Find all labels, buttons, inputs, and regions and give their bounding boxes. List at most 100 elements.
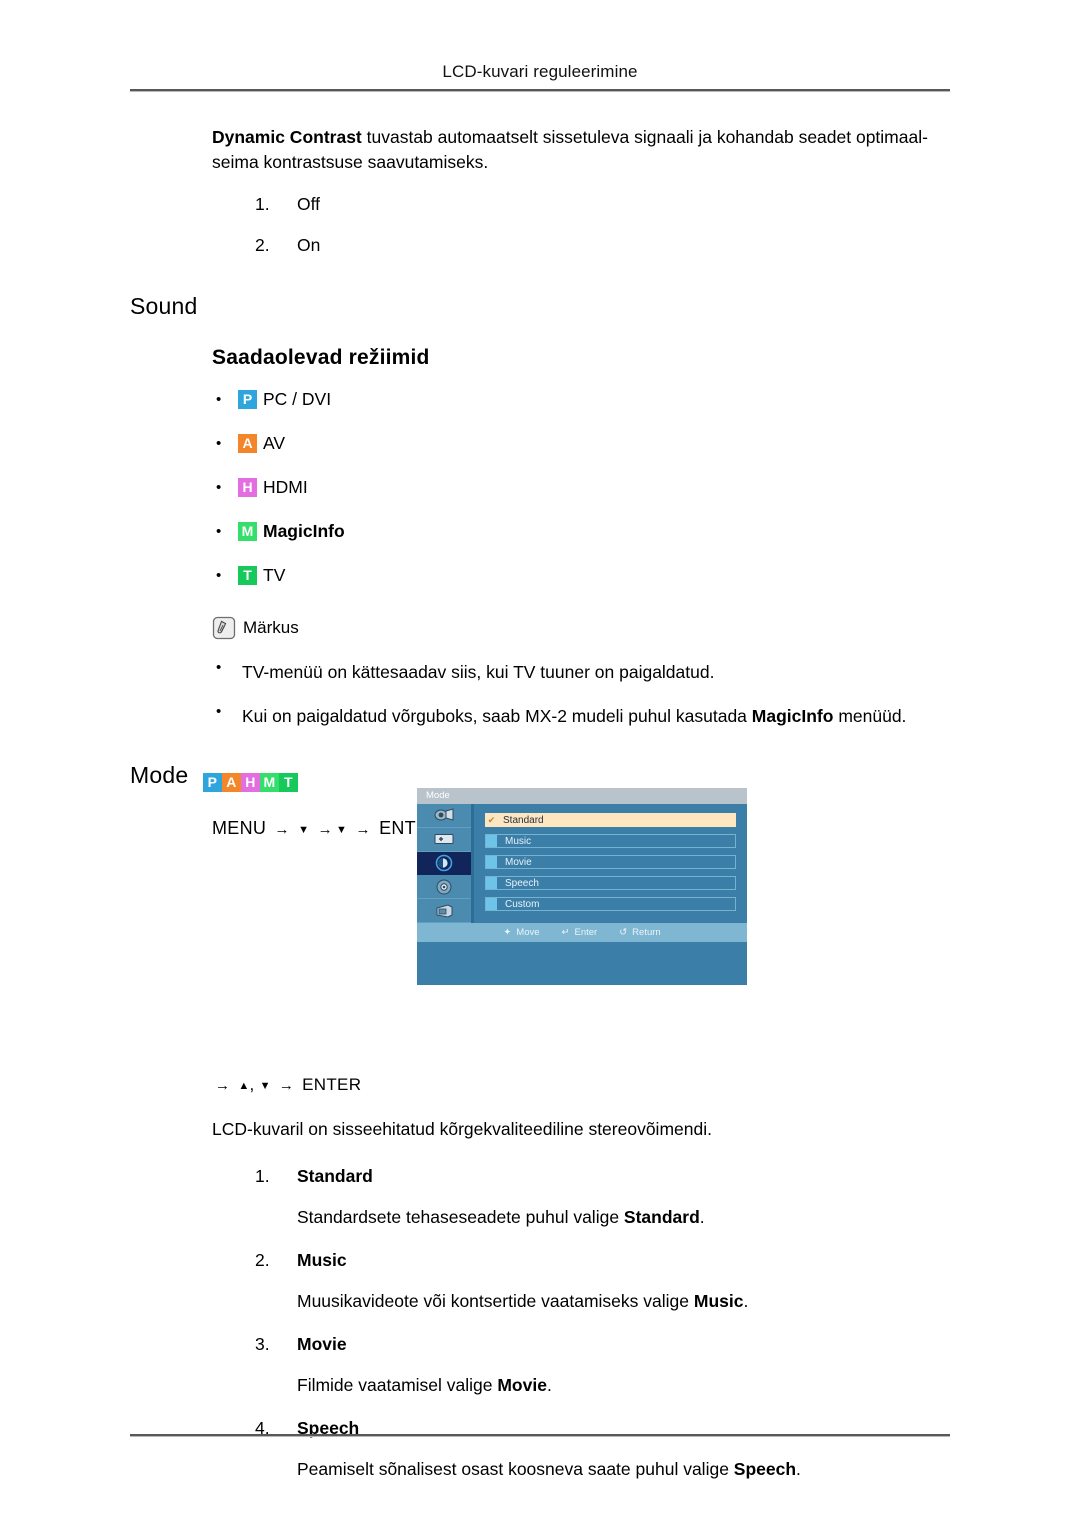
list-description: Standardsete tehaseseadete puhul valige …	[297, 1205, 957, 1230]
osd-option-label: Music	[505, 835, 532, 847]
list-label: On	[297, 235, 321, 255]
osd-option-music[interactable]: Music	[485, 834, 736, 848]
source-badge-magicinfo-icon: M	[238, 521, 257, 541]
list-description-pre: Muusikavideote või kontsertide vaatamise…	[297, 1291, 694, 1311]
source-badge-av-icon: A	[221, 773, 241, 792]
osd-option-swatch	[486, 877, 497, 889]
source-label: TV	[263, 564, 286, 585]
osd-hint-enter: ↵ Enter	[562, 927, 598, 938]
source-badge-magicinfo-icon: M	[259, 773, 279, 792]
osd-sidebar-item-picture[interactable]	[417, 804, 471, 828]
list-item: 2. Music	[255, 1248, 955, 1272]
note-pen-icon	[212, 616, 236, 640]
list-item: • TV-menüü on kättesaadav siis, kui TV t…	[212, 660, 1080, 684]
navpath-menu: MENU	[212, 818, 267, 838]
bullet-dot-icon: •	[216, 390, 222, 408]
list-description-pre: Standardsete tehaseseadete puhul valige	[297, 1207, 624, 1227]
page-running-header: LCD-kuvari reguleerimine	[442, 62, 638, 81]
osd-hint-move: ✦ Move	[503, 927, 539, 938]
source-badge-pc-dvi-icon: P	[202, 773, 222, 792]
down-arrow-icon: ▼	[335, 824, 348, 836]
list-item: • M MagicInfo	[212, 516, 1080, 546]
intro-paragraph: Dynamic Contrast tuvastab automaatselt s…	[212, 125, 954, 175]
list-item: • Kui on paigaldatud võrguboks, saab MX-…	[212, 704, 1080, 728]
source-badge-tv-icon: T	[238, 565, 257, 585]
osd-option-swatch	[486, 856, 497, 868]
return-icon: ↺	[619, 927, 628, 938]
list-item: • T TV	[212, 560, 1080, 590]
available-sources-list: • P PC / DVI • A AV • H HDMI • M MagicIn…	[0, 384, 1080, 590]
osd-sidebar-item-sound[interactable]	[417, 851, 471, 876]
footer-divider	[130, 1434, 950, 1437]
header-divider	[130, 89, 950, 92]
list-item: 2. On	[255, 233, 955, 257]
list-description-pre: Peamiselt sõnalisest osast koosneva saat…	[297, 1459, 734, 1479]
list-item: 1. Standard	[255, 1164, 955, 1188]
move-icon: ✦	[503, 927, 512, 938]
bullet-dot-icon: •	[216, 522, 222, 540]
list-item: • A AV	[212, 428, 1080, 458]
osd-option-movie[interactable]: Movie	[485, 855, 736, 869]
list-number: 2.	[255, 1250, 270, 1270]
note-item-bold: MagicInfo	[751, 706, 834, 726]
subheading-available-modes: Saadaolevad režiimid	[212, 346, 430, 369]
intro-bold-lead: Dynamic Contrast	[212, 127, 362, 147]
osd-option-standard[interactable]: ✔ Standard	[485, 813, 736, 827]
arrow-icon: →	[274, 821, 290, 838]
list-description: Peamiselt sõnalisest osast koosneva saat…	[297, 1457, 957, 1482]
bullet-dot-icon: •	[216, 566, 222, 584]
list-number: 1.	[255, 194, 270, 214]
note-item-text: TV-menüü on kättesaadav siis, kui TV tuu…	[242, 662, 715, 682]
list-description: Muusikavideote või kontsertide vaatamise…	[297, 1289, 957, 1314]
osd-option-label: Custom	[505, 898, 540, 910]
note-header: Märkus	[212, 616, 1080, 640]
list-description: Filmide vaatamisel valige Movie.	[297, 1373, 957, 1398]
list-number: 1.	[255, 1166, 270, 1186]
list-label: Off	[297, 194, 321, 214]
osd-footer-hints: ✦ Move ↵ Enter ↺ Return	[417, 923, 747, 942]
bullet-dot-icon: •	[216, 478, 222, 496]
mode-description: LCD-kuvaril on sisseehitatud kõrgekvalit…	[212, 1119, 712, 1139]
bullet-dot-icon: •	[216, 703, 222, 720]
osd-option-swatch	[486, 898, 497, 910]
arrow-icon: →	[278, 1077, 295, 1094]
source-badge-hdmi-icon: H	[238, 477, 257, 497]
source-label: AV	[263, 432, 286, 453]
osd-hint-return: ↺ Return	[619, 927, 660, 938]
osd-hint-label: Move	[516, 927, 540, 938]
osd-option-speech[interactable]: Speech	[485, 876, 736, 890]
source-label: HDMI	[263, 476, 308, 497]
osd-sidebar	[417, 804, 474, 923]
arrow-icon: →	[215, 1077, 231, 1094]
list-description-bold: Speech	[733, 1459, 797, 1479]
osd-screenshot: Mode ✔ Standard Music Movie Speech Custo…	[417, 788, 747, 985]
enter-icon: ↵	[561, 927, 570, 938]
navpath-comma: ,	[249, 1075, 255, 1094]
osd-sidebar-item-input[interactable]	[417, 899, 471, 923]
list-item: • H HDMI	[212, 472, 1080, 502]
note-item-text: Kui on paigaldatud võrguboks, saab MX-2 …	[242, 706, 907, 726]
source-badge-hdmi-icon: H	[240, 773, 260, 792]
list-item: 1. Off	[255, 192, 955, 216]
list-description-bold: Music	[693, 1291, 744, 1311]
list-item: 3. Movie	[255, 1332, 955, 1356]
list-description-pre: Filmide vaatamisel valige	[297, 1375, 498, 1395]
list-title: Movie	[297, 1334, 347, 1354]
dynamic-contrast-options: 1. Off 2. On	[0, 192, 1080, 257]
bullet-dot-icon: •	[216, 659, 222, 676]
source-label: MagicInfo	[263, 520, 345, 541]
osd-option-label: Movie	[505, 856, 532, 868]
check-icon: ✔	[487, 814, 496, 825]
navpath-enter: ENTER	[302, 1075, 362, 1094]
mode-badge-strip: P A H M T	[202, 773, 298, 792]
osd-sidebar-item-setup[interactable]	[417, 875, 471, 900]
osd-option-custom[interactable]: Custom	[485, 897, 736, 911]
bullet-dot-icon: •	[216, 434, 222, 452]
up-arrow-icon: ▲	[238, 1080, 250, 1092]
list-description-post: .	[546, 1375, 552, 1395]
osd-sidebar-item-screen[interactable]	[417, 828, 471, 852]
source-badge-tv-icon: T	[278, 773, 298, 792]
list-title: Music	[297, 1250, 347, 1270]
list-number: 3.	[255, 1334, 270, 1354]
osd-option-label: Standard	[503, 814, 544, 826]
